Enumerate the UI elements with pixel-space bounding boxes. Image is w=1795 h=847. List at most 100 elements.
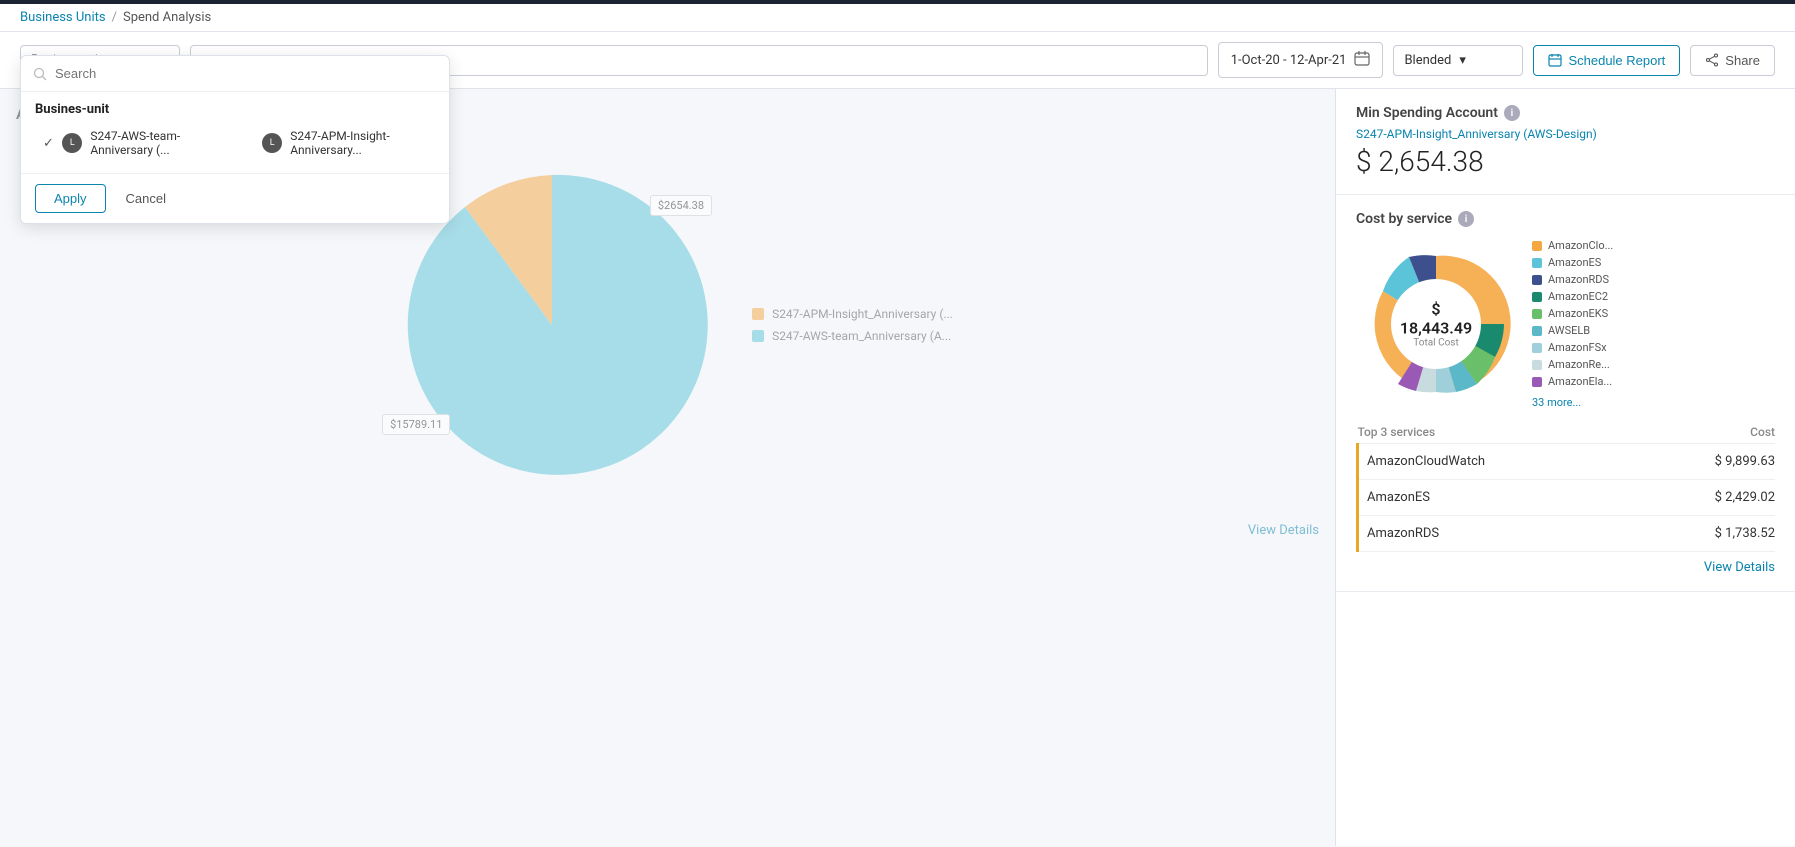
blended-label: Blended — [1404, 53, 1451, 68]
share-button[interactable]: Share — [1690, 45, 1775, 76]
svc-label-2: AmazonES — [1548, 256, 1601, 269]
dropdown-actions: Apply Cancel — [21, 173, 449, 223]
top3-header-service: Top 3 services — [1358, 421, 1641, 444]
dropdown-search-input[interactable] — [55, 66, 437, 81]
svc-legend-3: AmazonRDS — [1532, 273, 1775, 286]
svc-cost-1: $ 9,899.63 — [1641, 444, 1775, 480]
min-spending-title: Min Spending Account i — [1356, 105, 1775, 121]
share-label: Share — [1725, 53, 1760, 68]
service-chart-area: $ 18,443.49 Total Cost AmazonClo... Amaz… — [1356, 239, 1775, 409]
date-range-label: 1-Oct-20 - 12-Apr-21 — [1231, 53, 1347, 68]
top3-services-table: Top 3 services Cost AmazonCloudWatch $ 9… — [1356, 421, 1775, 552]
chevron-down-icon: ▾ — [1459, 53, 1466, 68]
pie-label-blue: $15789.11 — [382, 414, 450, 435]
min-spending-account-name: S247-APM-Insight_Anniversary (AWS-Design… — [1356, 127, 1775, 141]
svc-label-4: AmazonEC2 — [1548, 290, 1608, 303]
breadcrumb: Business Units / Spend Analysis — [0, 4, 1795, 32]
right-panel: Min Spending Account i S247-APM-Insight_… — [1335, 89, 1795, 846]
dropdown-item-label-2: S247-APM-Insight-Anniversary... — [290, 129, 427, 157]
svc-legend-5: AmazonEKS — [1532, 307, 1775, 320]
legend-item-1: S247-APM-Insight_Anniversary (... — [752, 307, 953, 321]
dropdown-search-area — [21, 56, 449, 92]
donut-center: $ 18,443.49 Total Cost — [1396, 300, 1476, 349]
svc-legend-6: AWSELB — [1532, 324, 1775, 337]
schedule-report-button[interactable]: Schedule Report — [1533, 45, 1680, 76]
cost-by-service-title-text: Cost by service — [1356, 211, 1452, 227]
business-unit-dropdown-overlay: Busines-unit ✓ L S247-AWS-team-Anniversa… — [20, 55, 450, 224]
svc-name-1: AmazonCloudWatch — [1358, 444, 1641, 480]
svc-label-7: AmazonFSx — [1548, 341, 1607, 354]
svc-label-8: AmazonRe... — [1548, 358, 1610, 371]
donut-label: Total Cost — [1396, 338, 1476, 349]
pie-label-orange: $2654.38 — [650, 195, 712, 216]
svc-dot-2 — [1532, 258, 1542, 268]
donut-chart: $ 18,443.49 Total Cost — [1356, 244, 1516, 404]
check-mark-icon: ✓ — [43, 136, 54, 151]
top3-header-cost: Cost — [1641, 421, 1775, 444]
dropdown-item-label-1: S247-AWS-team-Anniversary (... — [90, 129, 227, 157]
svc-label-1: AmazonClo... — [1548, 239, 1613, 252]
min-spending-amount: $ 2,654.38 — [1356, 145, 1775, 178]
svc-dot-1 — [1532, 241, 1542, 251]
schedule-icon — [1548, 53, 1562, 67]
date-range-button[interactable]: 1-Oct-20 - 12-Apr-21 — [1218, 42, 1384, 78]
view-details-link-right[interactable]: View Details — [1356, 560, 1775, 575]
legend-item-2: S247-AWS-team_Anniversary (A... — [752, 329, 953, 343]
dropdown-item-1[interactable]: ✓ L S247-AWS-team-Anniversary (... — [35, 123, 235, 163]
calendar-icon — [1354, 50, 1370, 70]
svc-label-3: AmazonRDS — [1548, 273, 1609, 286]
apply-button[interactable]: Apply — [35, 184, 106, 213]
svc-dot-8 — [1532, 360, 1542, 370]
min-spending-card: Min Spending Account i S247-APM-Insight_… — [1336, 89, 1795, 195]
legend-label-2: S247-AWS-team_Anniversary (A... — [772, 329, 951, 343]
legend-label-1: S247-APM-Insight_Anniversary (... — [772, 307, 953, 321]
svc-dot-3 — [1532, 275, 1542, 285]
table-row: AmazonES $ 2,429.02 — [1358, 480, 1776, 516]
svc-legend-4: AmazonEC2 — [1532, 290, 1775, 303]
svc-name-3: AmazonRDS — [1358, 516, 1641, 552]
svc-legend-9: AmazonEla... — [1532, 375, 1775, 388]
unit-badge-2: L — [262, 133, 282, 153]
cancel-button[interactable]: Cancel — [116, 184, 176, 213]
cost-by-service-card: Cost by service i — [1336, 195, 1795, 592]
cost-by-service-info-icon[interactable]: i — [1458, 211, 1474, 227]
svc-cost-3: $ 1,738.52 — [1641, 516, 1775, 552]
svc-label-5: AmazonEKS — [1548, 307, 1608, 320]
schedule-report-label: Schedule Report — [1568, 53, 1665, 68]
legend-dot-1 — [752, 308, 764, 320]
table-row: AmazonCloudWatch $ 9,899.63 — [1358, 444, 1776, 480]
dropdown-section-title: Busines-unit — [21, 92, 449, 123]
min-spending-info-icon[interactable]: i — [1504, 105, 1520, 121]
svc-legend-2: AmazonES — [1532, 256, 1775, 269]
chart-legend: S247-APM-Insight_Anniversary (... S247-A… — [752, 307, 953, 343]
blended-dropdown[interactable]: Blended ▾ — [1393, 45, 1523, 76]
more-services-link[interactable]: 33 more... — [1532, 396, 1775, 409]
cost-by-service-title: Cost by service i — [1356, 211, 1775, 227]
svc-cost-2: $ 2,429.02 — [1641, 480, 1775, 516]
svc-dot-7 — [1532, 343, 1542, 353]
svc-dot-5 — [1532, 309, 1542, 319]
donut-amount: $ 18,443.49 — [1396, 300, 1476, 338]
svc-legend-1: AmazonClo... — [1532, 239, 1775, 252]
legend-dot-2 — [752, 330, 764, 342]
breadcrumb-separator: / — [112, 10, 117, 25]
svc-label-6: AWSELB — [1548, 324, 1590, 337]
service-legend: AmazonClo... AmazonES AmazonRDS AmazonEC… — [1532, 239, 1775, 409]
svc-legend-8: AmazonRe... — [1532, 358, 1775, 371]
dropdown-items-list: ✓ L S247-AWS-team-Anniversary (... ✓ L S… — [21, 123, 449, 173]
svc-dot-6 — [1532, 326, 1542, 336]
share-icon — [1705, 53, 1719, 67]
svc-dot-9 — [1532, 377, 1542, 387]
breadcrumb-parent-link[interactable]: Business Units — [20, 10, 106, 25]
unit-badge-1: L — [62, 133, 82, 153]
svc-name-2: AmazonES — [1358, 480, 1641, 516]
table-row: AmazonRDS $ 1,738.52 — [1358, 516, 1776, 552]
svc-legend-7: AmazonFSx — [1532, 341, 1775, 354]
svc-dot-4 — [1532, 292, 1542, 302]
svc-label-9: AmazonEla... — [1548, 375, 1612, 388]
view-details-link-left[interactable]: View Details — [16, 523, 1319, 538]
breadcrumb-current: Spend Analysis — [123, 10, 211, 25]
min-spending-title-text: Min Spending Account — [1356, 105, 1498, 121]
dropdown-item-2[interactable]: ✓ L S247-APM-Insight-Anniversary... — [235, 123, 435, 163]
search-icon — [33, 67, 47, 81]
